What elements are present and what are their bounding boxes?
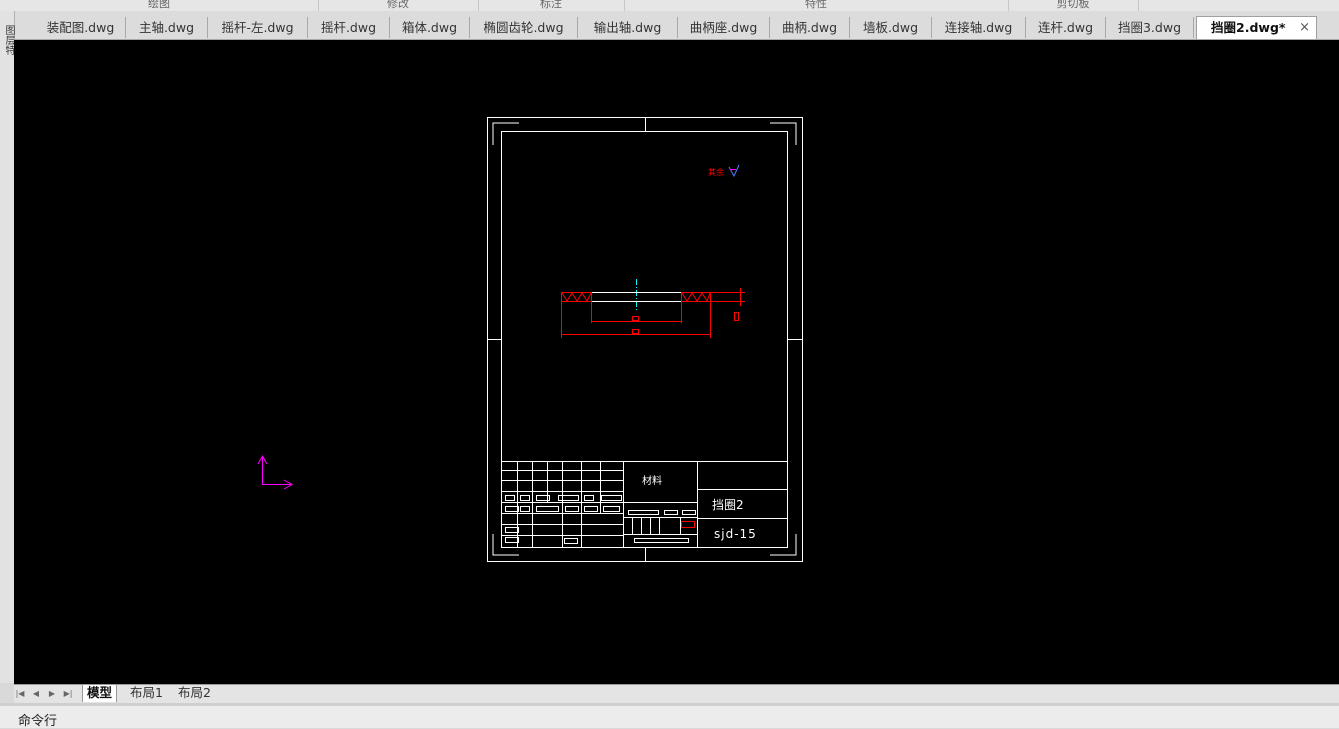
tab-output-shaft[interactable]: 输出轴.dwg bbox=[578, 17, 678, 38]
tab-model[interactable]: 模型 bbox=[82, 685, 118, 702]
tab-retaining-ring-3[interactable]: 挡圈3.dwg bbox=[1106, 17, 1194, 38]
document-tab-bar: 装配图.dwg 主轴.dwg 摇杆-左.dwg 摇杆.dwg 箱体.dwg 椭圆… bbox=[14, 11, 1339, 40]
tab-connecting-shaft[interactable]: 连接轴.dwg bbox=[932, 17, 1026, 38]
horizontal-scrollbar[interactable] bbox=[242, 687, 1339, 701]
tab-rocker-left[interactable]: 摇杆-左.dwg bbox=[208, 17, 308, 38]
ribbon-group-modify[interactable]: 修改 bbox=[318, 0, 479, 11]
ribbon-group-draw[interactable]: 绘图 bbox=[0, 0, 319, 11]
tab-assembly[interactable]: 装配图.dwg bbox=[36, 17, 126, 38]
tab-layout2[interactable]: 布局2 bbox=[174, 685, 215, 702]
title-block-part-name: 挡圈2 bbox=[712, 498, 744, 512]
section-hatch-right bbox=[681, 292, 711, 303]
tab-crank-seat[interactable]: 曲柄座.dwg bbox=[678, 17, 770, 38]
command-line-label: 命令行 bbox=[18, 714, 58, 729]
layout-tab-bar: |◀ ◀ ▶ ▶| 模型 布局1 布局2 bbox=[14, 684, 1339, 703]
tab-elliptical-gear[interactable]: 椭圆齿轮.dwg bbox=[470, 17, 578, 38]
prev-icon[interactable]: ◀ bbox=[30, 687, 42, 701]
section-hatch-left bbox=[561, 292, 592, 303]
layer-properties-palette-strip[interactable]: 图层特 bbox=[0, 11, 15, 683]
corner-mark-br bbox=[770, 534, 797, 556]
roughness-symbol-icon bbox=[728, 164, 740, 178]
title-block-drawing-number: sjd-15 bbox=[714, 527, 757, 541]
sheet-outer-border bbox=[487, 117, 803, 562]
dimension-lines bbox=[561, 288, 745, 338]
tab-rocker[interactable]: 摇杆.dwg bbox=[308, 17, 390, 38]
ribbon-group-properties[interactable]: 特性 bbox=[624, 0, 1009, 11]
part-section-view bbox=[561, 279, 745, 338]
palette-strip-label: 图层特 bbox=[3, 25, 14, 55]
tab-label: 挡圈2.dwg* bbox=[1211, 20, 1286, 35]
tab-crank[interactable]: 曲柄.dwg bbox=[770, 17, 850, 38]
corner-mark-tr bbox=[770, 122, 797, 145]
ucs-icon bbox=[257, 454, 294, 490]
tab-retaining-ring-2[interactable]: 挡圈2.dwg* × bbox=[1196, 16, 1317, 39]
drawing-svg: 材料 挡圈2 sjd-15 其余 bbox=[257, 117, 803, 562]
ribbon-group-annotate[interactable]: 标注 bbox=[478, 0, 625, 11]
tab-housing[interactable]: 箱体.dwg bbox=[390, 17, 470, 38]
ribbon-group-clipboard[interactable]: 剪切板 bbox=[1008, 0, 1139, 11]
roughness-note-text: 其余 bbox=[708, 167, 724, 177]
ribbon-group-labels: 绘图 修改 标注 特性 剪切板 bbox=[0, 0, 1339, 11]
tab-layout1[interactable]: 布局1 bbox=[126, 685, 167, 702]
close-icon[interactable]: × bbox=[1299, 17, 1310, 38]
tab-wall-plate[interactable]: 墙板.dwg bbox=[850, 17, 932, 38]
tab-connecting-rod[interactable]: 连杆.dwg bbox=[1026, 17, 1106, 38]
title-block-material-text: 材料 bbox=[642, 474, 662, 487]
last-icon[interactable]: ▶| bbox=[62, 687, 74, 701]
command-line-bar[interactable]: 命令行 bbox=[0, 703, 1339, 729]
tab-main-shaft[interactable]: 主轴.dwg bbox=[126, 17, 208, 38]
title-block-red-field bbox=[681, 521, 695, 528]
next-icon[interactable]: ▶ bbox=[46, 687, 58, 701]
corner-mark-tl bbox=[492, 122, 519, 145]
drawing-canvas[interactable]: 材料 挡圈2 sjd-15 其余 bbox=[14, 40, 1339, 684]
first-icon[interactable]: |◀ bbox=[14, 687, 26, 701]
